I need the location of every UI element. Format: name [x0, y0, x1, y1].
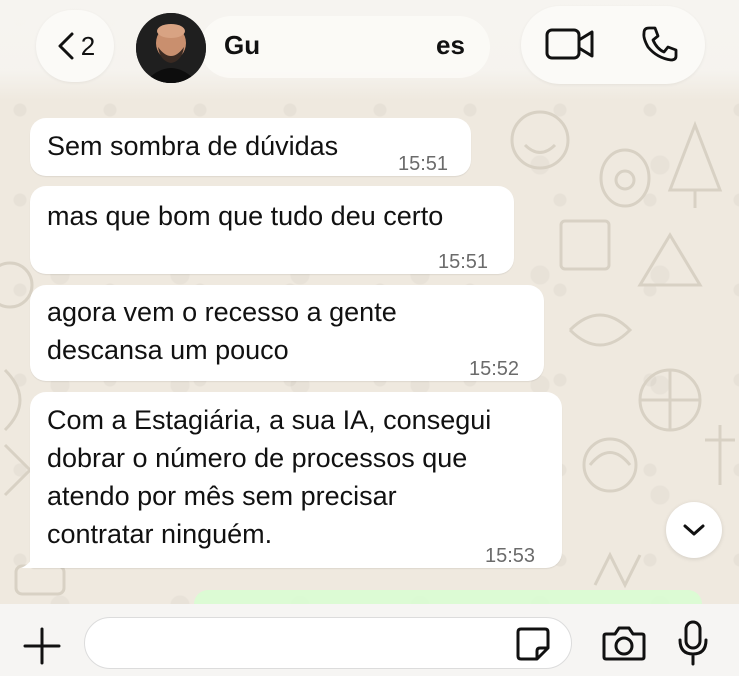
message-bubble[interactable]: agora vem o recesso a gente descansa um …: [30, 285, 544, 381]
contact-name-left[interactable]: Gu: [224, 30, 260, 61]
phone-icon[interactable]: [640, 24, 680, 64]
message-time: 15:51: [438, 251, 489, 273]
message-text: agora vem o recesso a gente: [47, 297, 397, 327]
video-call-icon[interactable]: [545, 26, 595, 62]
message-time: 15:53: [485, 545, 536, 567]
message-text: contratar ninguém.: [47, 519, 273, 549]
bubble-tail: [21, 546, 43, 568]
chevron-down-icon: [683, 524, 705, 536]
plus-icon[interactable]: [22, 626, 62, 666]
message-time: 15:51: [398, 153, 449, 175]
avatar[interactable]: [136, 13, 206, 83]
message-bubble[interactable]: Sem sombra de dúvidas 15:51: [30, 118, 471, 176]
scroll-to-bottom-button[interactable]: [666, 502, 722, 558]
microphone-icon[interactable]: [676, 620, 710, 666]
message-text: Sem sombra de dúvidas: [47, 131, 339, 161]
message-text: mas que bom que tudo deu certo: [47, 201, 444, 231]
message-time: 15:52: [469, 358, 520, 380]
message-bubble[interactable]: mas que bom que tudo deu certo 15:51: [30, 186, 514, 274]
message-text: dobrar o número de processos que: [47, 443, 468, 473]
message-bubble[interactable]: Com a Estagiária, a sua IA, consegui dob…: [21, 392, 562, 568]
unread-count: 2: [80, 30, 96, 61]
back-button[interactable]: 2: [36, 10, 114, 82]
chevron-left-icon: [58, 32, 74, 60]
chat-header: 2 Gu es: [0, 0, 739, 100]
message-text: descansa um pouco: [47, 335, 289, 365]
message-text: Com a Estagiária, a sua IA, consegui: [47, 405, 492, 435]
contact-name-right[interactable]: es: [436, 30, 465, 61]
camera-icon[interactable]: [602, 624, 646, 662]
message-text: atendo por mês sem precisar: [47, 481, 397, 511]
sticker-icon[interactable]: [515, 626, 551, 662]
message-input[interactable]: [84, 617, 572, 669]
